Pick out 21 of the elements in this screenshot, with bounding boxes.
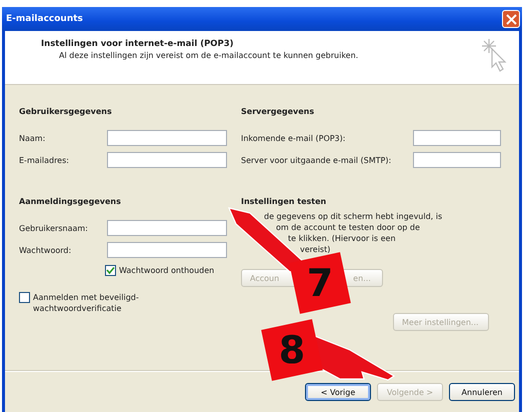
header-subtitle: Al deze instellingen zijn vereist om de e-mailaccount te kunnen gebruiken.	[58, 51, 358, 60]
field-label: E-mailadres:	[19, 156, 70, 164]
step-number: 7	[306, 261, 334, 305]
section-heading: Aanmeldingsgegevens	[19, 197, 122, 208]
section-heading: Instellingen testen	[241, 197, 328, 208]
text-line: te klikken. (Hiervoor is een	[288, 233, 396, 244]
section-heading: Servergegevens	[241, 107, 316, 118]
text-line: vereist)	[300, 244, 330, 255]
step-number: 8	[278, 328, 306, 372]
header-title: Instellingen voor internet-e-mail (POP3)	[41, 39, 235, 49]
text-line: de gegevens op dit scherm hebt ingevuld, is	[264, 211, 442, 222]
field-label: Server voor uitgaande e-mail (SMTP):	[241, 156, 392, 164]
window-title: E-mailaccounts	[6, 14, 83, 24]
field-label: Inkomende e-mail (POP3):	[241, 134, 346, 142]
section-heading: Gebruikersgegevens	[19, 107, 113, 118]
field-label: Wachtwoord:	[19, 246, 72, 254]
field-label: Naam:	[19, 134, 46, 142]
checkbox-label: Wachtwoord onthouden	[119, 265, 214, 276]
checkbox-label: Aanmelden met beveiligd-wachtwoordverificatie	[33, 292, 140, 314]
field-label: Gebruikersnaam:	[19, 224, 89, 232]
text-line: om de account te testen door op de	[276, 222, 420, 233]
